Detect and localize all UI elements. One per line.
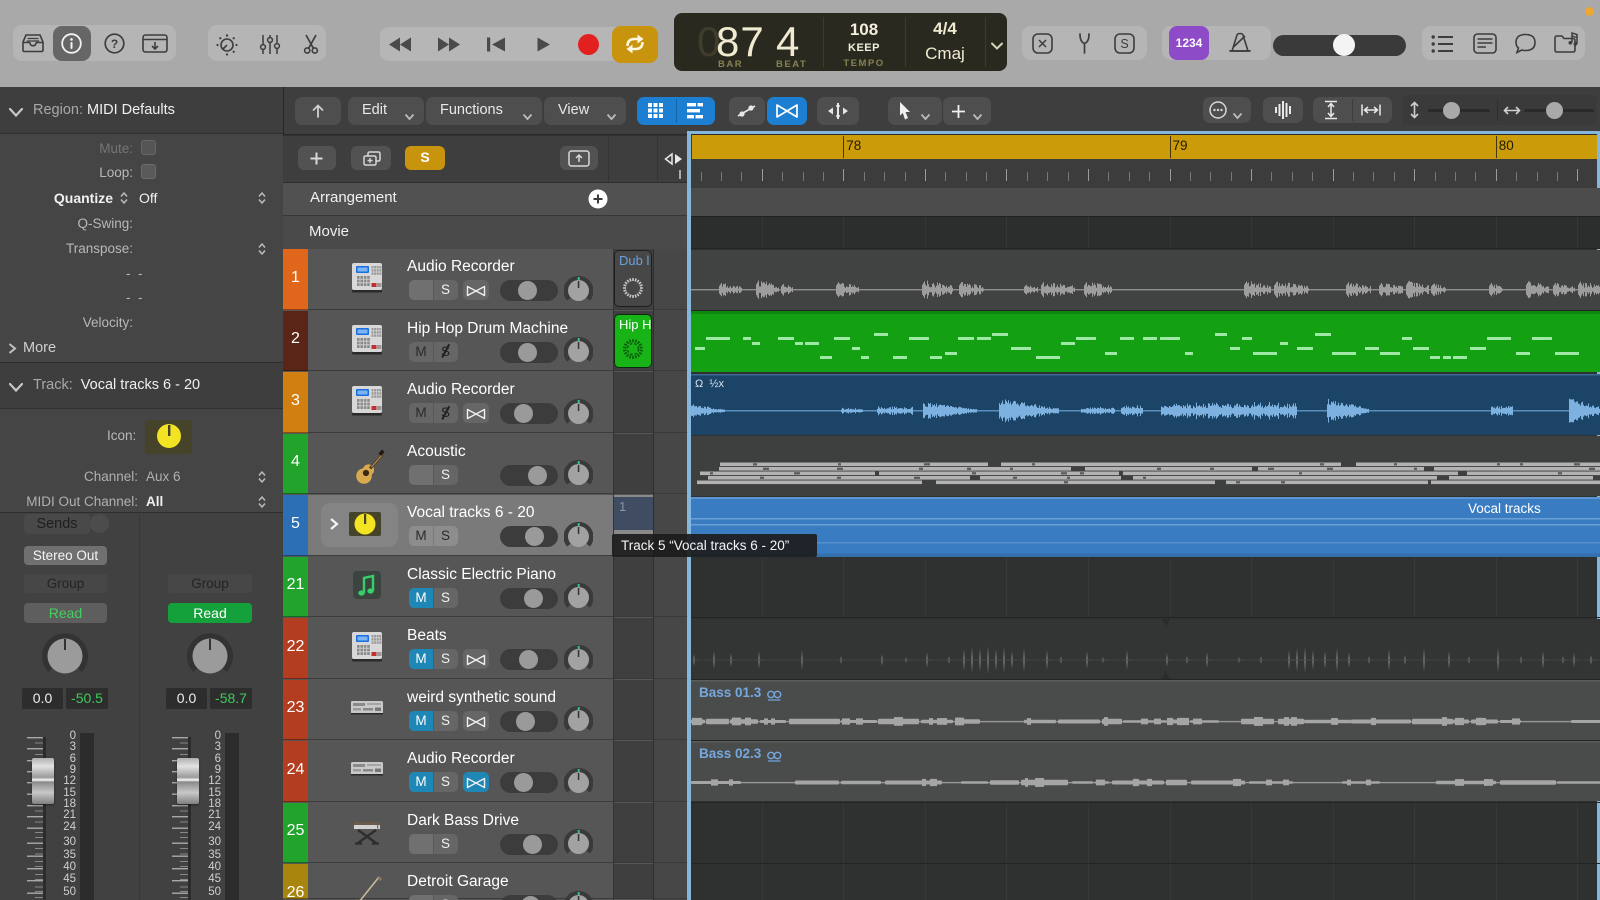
svg-text:?: ? bbox=[111, 37, 118, 51]
svg-text:Ω ½x: Ω ½x bbox=[695, 378, 725, 390]
svg-text:S: S bbox=[1120, 37, 1128, 51]
